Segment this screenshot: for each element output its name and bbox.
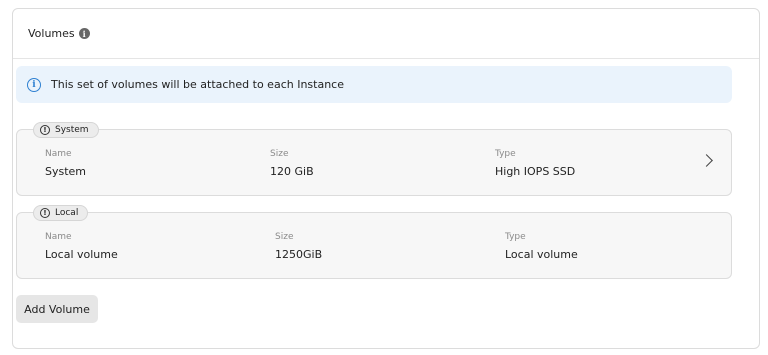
info-icon[interactable]: i xyxy=(78,28,90,39)
type-field: Type Local volume xyxy=(505,232,578,261)
alert-circle-icon: ! xyxy=(40,125,50,135)
name-value: System xyxy=(45,165,87,178)
banner-text: This set of volumes will be attached to … xyxy=(51,78,344,91)
info-banner: i This set of volumes will be attached t… xyxy=(16,66,732,103)
type-field: Type High IOPS SSD xyxy=(495,149,575,178)
name-value: Local volume xyxy=(45,248,118,261)
volume-tag: ! Local xyxy=(33,205,89,221)
card-title: Volumes xyxy=(28,27,75,40)
type-label: Type xyxy=(495,149,516,159)
size-value: 1250GiB xyxy=(275,248,323,261)
volume-row-local[interactable]: ! Local Name Local volume Size 1250GiB T… xyxy=(16,205,732,279)
type-value: Local volume xyxy=(505,248,578,261)
type-label: Type xyxy=(505,232,526,242)
size-field: Size 120 GiB xyxy=(270,149,314,178)
size-label: Size xyxy=(275,232,294,242)
alert-circle-icon: ! xyxy=(40,208,50,218)
name-field: Name System xyxy=(45,149,86,178)
name-label: Name xyxy=(45,149,72,159)
size-label: Size xyxy=(270,149,289,159)
volume-tag-label: System xyxy=(55,125,89,135)
name-label: Name xyxy=(45,232,72,242)
type-value: High IOPS SSD xyxy=(495,165,576,178)
name-field: Name Local volume xyxy=(45,232,118,261)
card-header: Volumes i xyxy=(13,9,759,59)
volume-tag-label: Local xyxy=(55,208,79,218)
size-field: Size 1250GiB xyxy=(275,232,322,261)
add-volume-button[interactable]: Add Volume xyxy=(16,295,98,323)
chevron-right-icon[interactable] xyxy=(700,154,713,167)
volume-row-system[interactable]: ! System Name System Size 120 GiB Type H… xyxy=(16,122,732,196)
volume-tag: ! System xyxy=(33,122,99,138)
size-value: 120 GiB xyxy=(270,165,314,178)
info-icon: i xyxy=(27,77,41,92)
